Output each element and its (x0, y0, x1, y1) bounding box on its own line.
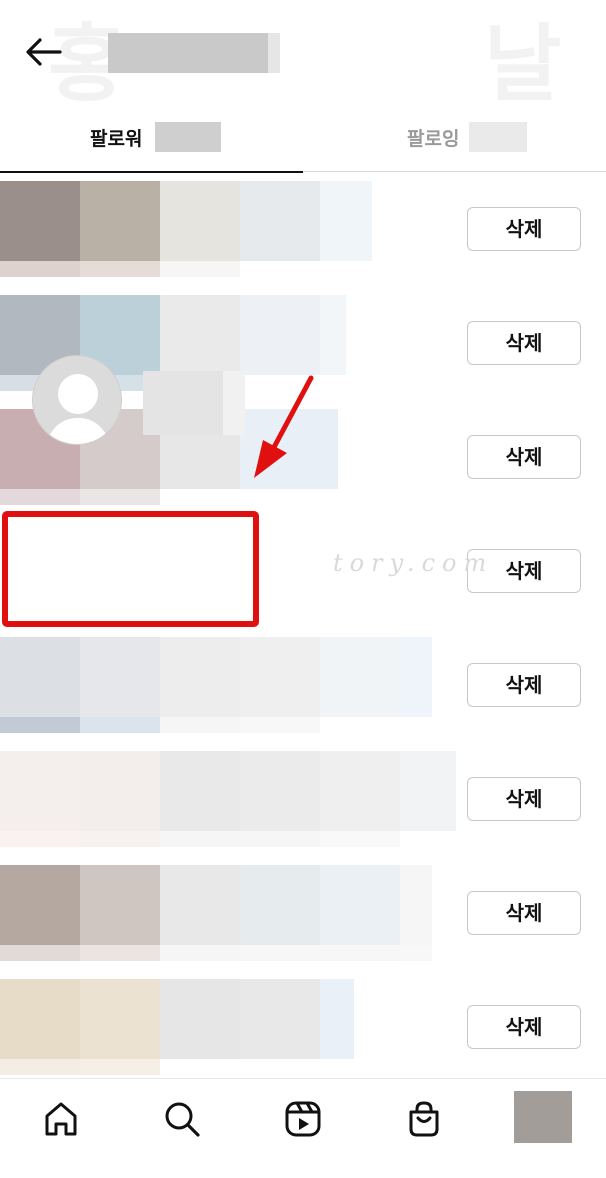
list-item: 삭제 (0, 628, 606, 742)
delete-button[interactable]: 삭제 (467, 1005, 581, 1049)
follower-name-blurred (143, 371, 245, 435)
home-icon (45, 1102, 77, 1136)
delete-button[interactable]: 삭제 (467, 777, 581, 821)
tab-following-label: 팔로잉 (407, 128, 460, 150)
tab-bar: 팔로워 팔로잉 (0, 112, 606, 173)
tab-followers-count-blurred (155, 122, 221, 152)
delete-button[interactable]: 삭제 (467, 663, 581, 707)
tab-followers-label: 팔로워 (90, 128, 143, 150)
delete-button[interactable]: 삭제 (467, 435, 581, 479)
arrow-left-icon (26, 38, 62, 66)
nav-search[interactable] (152, 1089, 212, 1149)
tab-following-count-blurred (469, 122, 527, 152)
nav-shop[interactable] (394, 1089, 454, 1149)
bottom-navigation (0, 1078, 606, 1178)
search-icon (165, 1102, 200, 1137)
delete-button[interactable]: 삭제 (467, 891, 581, 935)
delete-button[interactable]: 삭제 (467, 321, 581, 365)
back-button[interactable] (22, 30, 68, 76)
background-ghost-text-right: 날 (484, 15, 562, 113)
reels-icon (285, 1101, 321, 1137)
follower-info-blurred (0, 637, 432, 733)
list-item: 삭제 (0, 172, 606, 286)
follower-info-blurred (0, 181, 372, 277)
watermark: tory.com (333, 549, 494, 577)
follower-info-blurred (0, 979, 354, 1075)
shop-icon (409, 1101, 439, 1137)
tab-followers[interactable]: 팔로워 (0, 112, 303, 173)
profile-avatar[interactable] (514, 1091, 572, 1143)
list-item: 삭제 (0, 970, 606, 1084)
follower-info-blurred (0, 751, 456, 847)
header: 홍 날 (0, 0, 606, 112)
follower-info-blurred (0, 865, 432, 961)
highlight-box (2, 511, 259, 627)
default-avatar-icon[interactable] (32, 355, 122, 445)
list-item: 삭제 (0, 856, 606, 970)
nav-reels[interactable] (273, 1089, 333, 1149)
tab-following[interactable]: 팔로잉 (303, 112, 606, 172)
list-item: 삭제 (0, 742, 606, 856)
nav-home[interactable] (31, 1089, 91, 1149)
delete-button[interactable]: 삭제 (467, 207, 581, 251)
username-title-blurred (108, 33, 280, 73)
